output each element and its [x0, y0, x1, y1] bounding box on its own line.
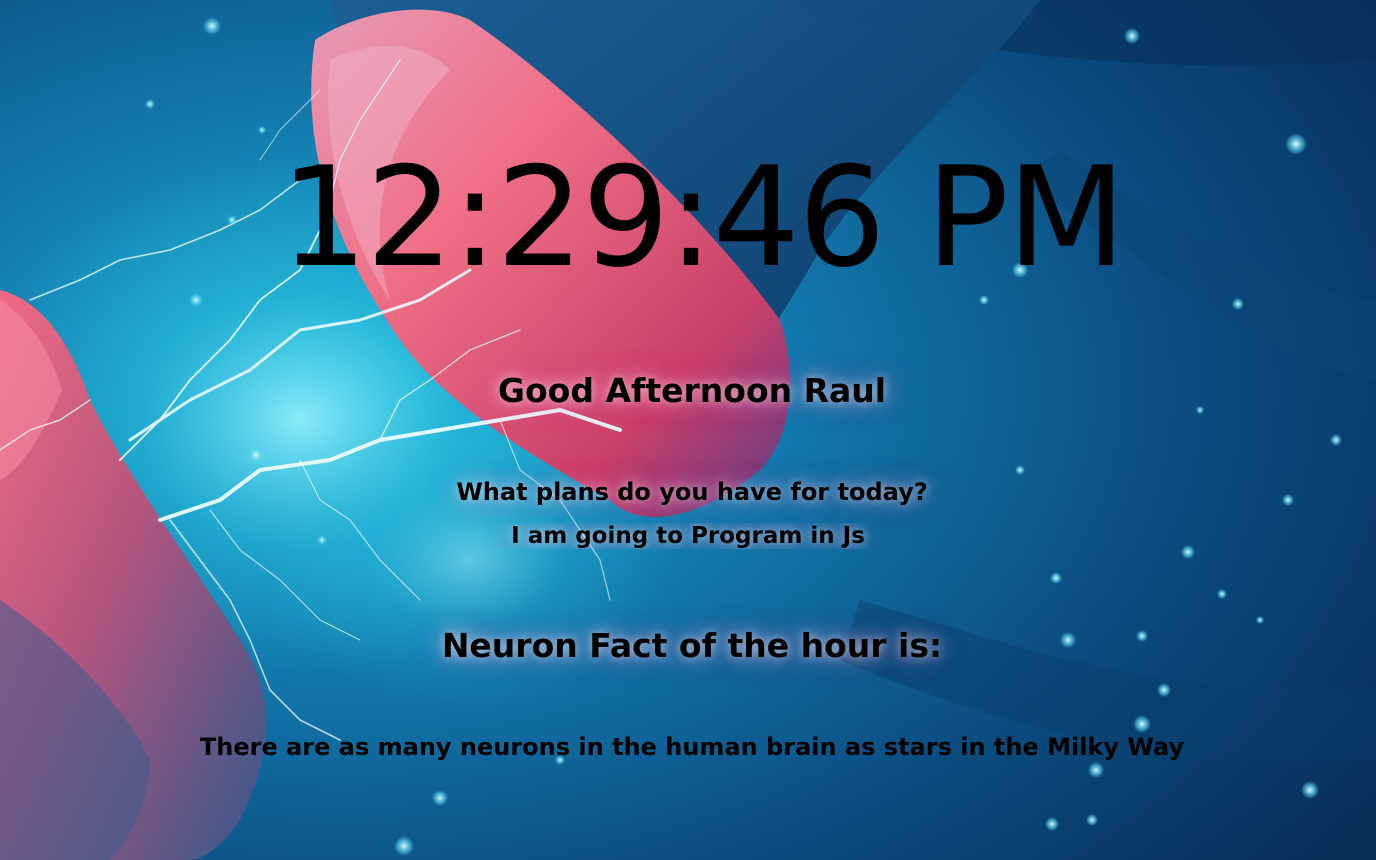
focus-input[interactable]: [388, 519, 988, 553]
clock-time: 12:29:46 PM: [280, 137, 1126, 298]
fact-title: Neuron Fact of the hour is:: [441, 626, 943, 665]
greeting-text: Good Afternoon Raul: [497, 371, 887, 410]
fact-text: There are as many neurons in the human b…: [199, 733, 1185, 761]
focus-question: What plans do you have for today?: [456, 478, 928, 506]
dashboard: 12:29:46 PM Good Afternoon Raul What pla…: [0, 0, 1376, 860]
